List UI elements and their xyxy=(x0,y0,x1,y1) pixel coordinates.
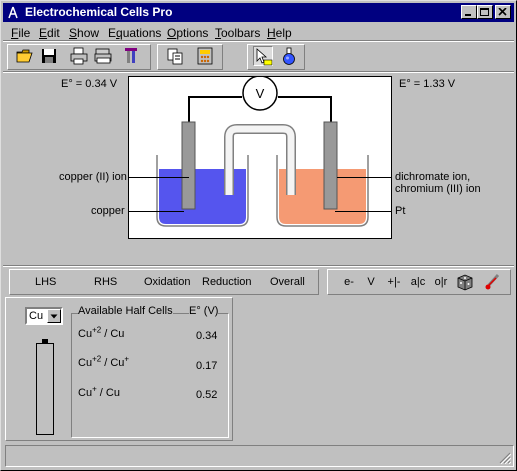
element-select-value: Cu xyxy=(29,310,44,322)
half-cell-row[interactable]: Cu+2 / Cu+ xyxy=(78,355,129,369)
oxidation-reduction-button[interactable]: o|r xyxy=(431,276,451,288)
menu-edit[interactable]: Edit xyxy=(39,26,60,40)
save-icon[interactable] xyxy=(39,46,59,66)
chevron-down-icon[interactable] xyxy=(47,309,61,323)
flask-icon[interactable] xyxy=(279,46,299,66)
anode-cathode-button[interactable]: a|c xyxy=(408,276,428,288)
half-cell-value: 0.17 xyxy=(196,360,218,372)
app-window: Electrochemical Cells Pro File Edit Show… xyxy=(0,0,517,471)
thermometer-icon[interactable] xyxy=(483,272,503,292)
left-potential: E° = 0.34 V xyxy=(61,78,118,90)
half-cell-value: 0.52 xyxy=(196,389,218,401)
polarity-button[interactable]: +|- xyxy=(384,276,404,288)
dice-icon[interactable] xyxy=(455,272,475,292)
workspace-divider xyxy=(3,265,514,267)
main-toolbar xyxy=(3,43,514,71)
potential-gauge xyxy=(36,343,54,435)
voltage-button[interactable]: V xyxy=(361,276,381,288)
minimize-button[interactable] xyxy=(461,5,477,19)
electron-button[interactable]: e- xyxy=(339,276,359,288)
left-electrode-leader xyxy=(129,211,184,212)
window-title: Electrochemical Cells Pro xyxy=(25,5,173,19)
menu-bar: File Edit Show Equations Options Toolbar… xyxy=(3,23,514,41)
close-button[interactable] xyxy=(495,5,511,19)
half-cells-header: Available Half Cells xyxy=(78,305,173,317)
right-solution-label-2: chromium (III) ion xyxy=(395,183,481,195)
left-electrode xyxy=(181,121,196,210)
copy-icon[interactable] xyxy=(165,46,185,66)
minimize-icon xyxy=(465,14,471,16)
half-cell-value: 0.34 xyxy=(196,330,218,342)
left-solution-leader xyxy=(129,177,189,178)
menu-file[interactable]: File xyxy=(11,26,30,40)
right-solution-leader xyxy=(337,177,391,178)
right-solution-label-1: dichromate ion, xyxy=(395,171,471,183)
print-multiple-icon[interactable] xyxy=(93,46,113,66)
app-icon xyxy=(6,5,21,20)
tab-lhs[interactable]: LHS xyxy=(35,276,56,288)
voltmeter-label: V xyxy=(256,86,265,101)
maximize-icon xyxy=(480,8,489,16)
menu-help[interactable]: Help xyxy=(267,26,292,40)
menu-options[interactable]: Options xyxy=(167,26,208,40)
right-electrode-leader xyxy=(335,211,391,212)
maximize-button[interactable] xyxy=(477,5,493,19)
tab-overall[interactable]: Overall xyxy=(270,276,305,288)
menu-toolbars[interactable]: Toolbars xyxy=(215,26,260,40)
calculator-icon[interactable] xyxy=(195,46,215,66)
open-folder-icon[interactable] xyxy=(15,46,35,66)
right-electrode-label: Pt xyxy=(395,205,406,217)
right-potential: E° = 1.33 V xyxy=(399,78,456,90)
cell-diagram: V xyxy=(128,75,392,239)
element-select[interactable]: Cu xyxy=(25,307,63,325)
print-icon[interactable] xyxy=(69,46,89,66)
menu-equations[interactable]: Equations xyxy=(108,26,161,40)
close-icon xyxy=(498,8,507,16)
pointer-icon[interactable] xyxy=(253,46,273,66)
potential-header: E° (V) xyxy=(189,305,219,317)
left-electrode-label: copper xyxy=(91,205,125,217)
tool-icon[interactable] xyxy=(121,46,141,66)
right-wire xyxy=(278,96,332,122)
right-electrode xyxy=(323,121,338,210)
menu-show[interactable]: Show xyxy=(69,26,99,40)
toolbar-divider xyxy=(3,71,514,73)
tab-rhs[interactable]: RHS xyxy=(94,276,117,288)
status-bar xyxy=(5,445,514,467)
tab-reduction[interactable]: Reduction xyxy=(202,276,252,288)
half-cells-panel: Cu Available Half Cells E° (V) Cu+2 / Cu… xyxy=(5,297,233,441)
equation-toolbar: LHS RHS Oxidation Reduction Overall e- V… xyxy=(3,269,514,295)
tab-oxidation[interactable]: Oxidation xyxy=(144,276,190,288)
menu-divider xyxy=(3,40,514,42)
left-solution-label: copper (II) ion xyxy=(59,171,127,183)
title-bar[interactable]: Electrochemical Cells Pro xyxy=(3,3,514,22)
left-wire xyxy=(188,96,242,122)
resize-grip-icon[interactable] xyxy=(499,452,512,465)
half-cell-row[interactable]: Cu+ / Cu xyxy=(78,385,120,399)
half-cell-row[interactable]: Cu+2 / Cu xyxy=(78,326,124,340)
